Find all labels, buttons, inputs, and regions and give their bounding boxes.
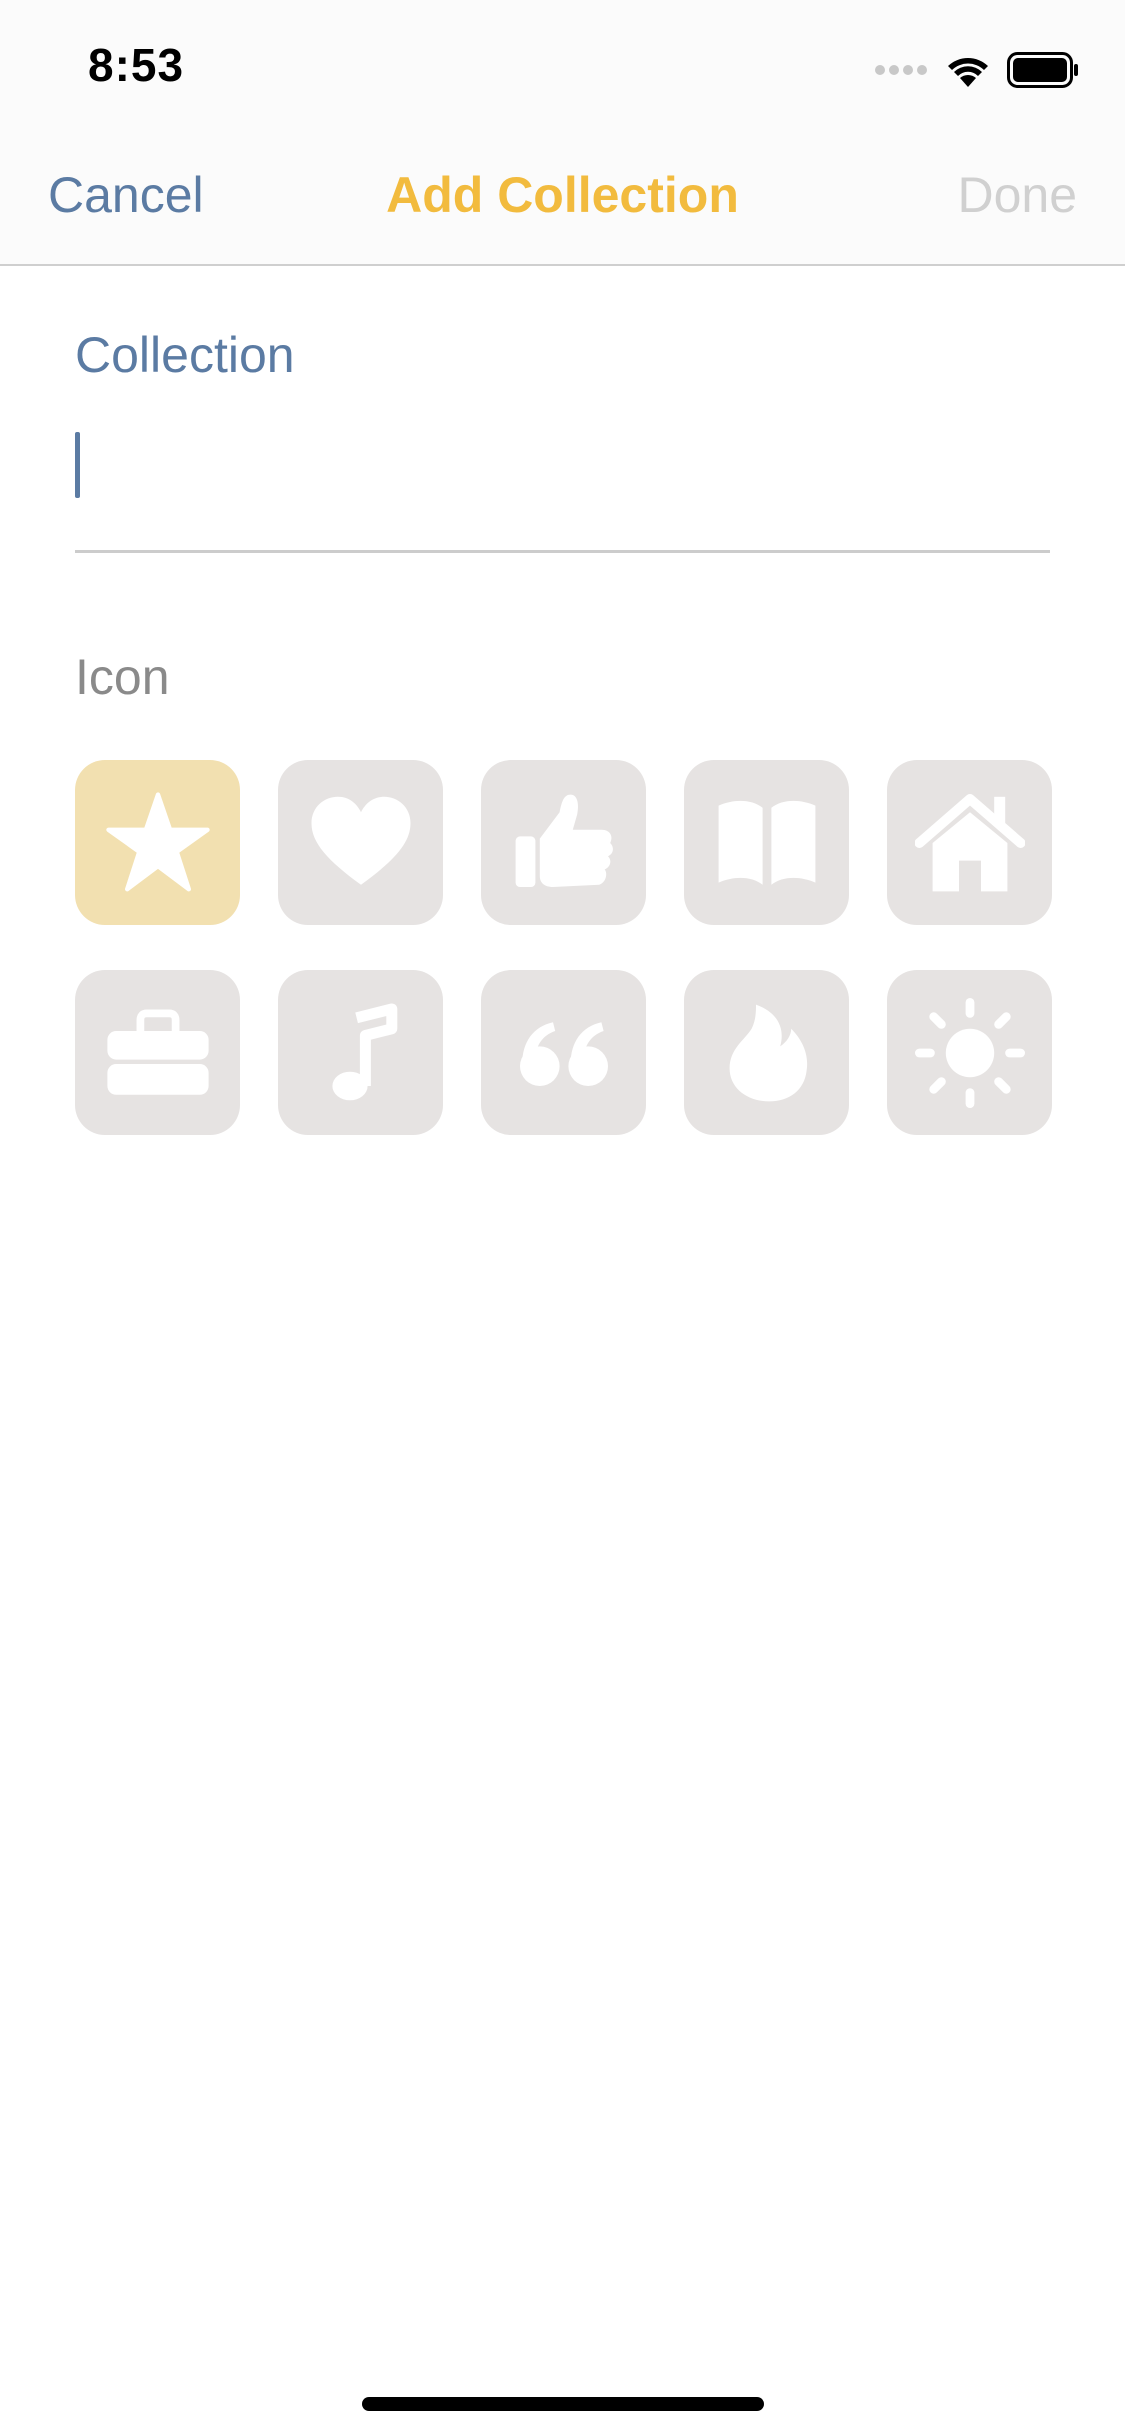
text-cursor — [75, 432, 80, 498]
icon-option-book[interactable] — [684, 760, 849, 925]
icon-option-sun[interactable] — [887, 970, 1052, 1135]
house-icon — [914, 793, 1025, 891]
navigation-bar: Cancel Add Collection Done — [0, 132, 1125, 266]
icon-option-toolbox[interactable] — [75, 970, 240, 1135]
icon-option-music[interactable] — [278, 970, 443, 1135]
quote-icon — [519, 1021, 608, 1086]
status-bar: 8:53 — [0, 0, 1125, 132]
flame-icon — [729, 1004, 807, 1101]
collection-name-input[interactable] — [75, 420, 1050, 553]
icon-label: Icon — [75, 649, 170, 705]
icon-option-thumbs-up[interactable] — [481, 760, 646, 925]
collection-label: Collection — [75, 327, 295, 383]
signal-icon — [875, 65, 927, 75]
icon-option-star[interactable] — [75, 760, 240, 925]
home-indicator[interactable] — [362, 2397, 764, 2411]
sun-icon — [914, 997, 1025, 1108]
icon-option-heart[interactable] — [278, 760, 443, 925]
book-icon — [718, 800, 815, 885]
page-title: Add Collection — [386, 167, 739, 223]
battery-icon — [1007, 52, 1078, 88]
icon-option-flame[interactable] — [684, 970, 849, 1135]
status-icons — [875, 50, 1079, 90]
icon-option-house[interactable] — [887, 760, 1052, 925]
music-note-icon — [331, 1003, 397, 1100]
status-time: 8:53 — [88, 39, 185, 91]
heart-icon — [311, 796, 410, 885]
icon-picker-grid — [75, 760, 1052, 1135]
star-icon — [105, 791, 210, 891]
wifi-icon — [948, 58, 988, 87]
toolbox-icon — [106, 1009, 209, 1095]
thumbs-up-icon — [515, 794, 613, 887]
done-button[interactable]: Done — [957, 166, 1077, 224]
icon-option-quote[interactable] — [481, 970, 646, 1135]
